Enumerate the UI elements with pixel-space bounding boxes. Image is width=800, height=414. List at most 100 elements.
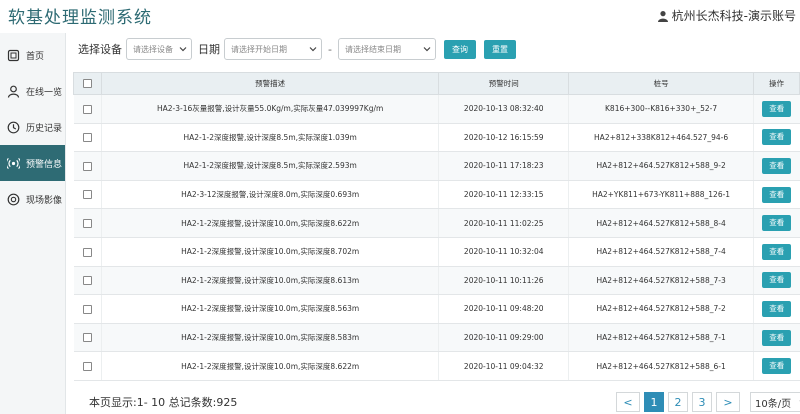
table-row: HA2-1-2深度报警,设计深度10.0m,实际深度8.563m 2020-10-… xyxy=(73,294,800,324)
action-cell: 查看 xyxy=(753,237,800,267)
pile-number: HA2+812+464.527K812+588_7-2 xyxy=(568,294,754,324)
action-cell: 查看 xyxy=(753,323,800,353)
user-menu[interactable]: 杭州长杰科技-演示账号 xyxy=(657,7,796,24)
device-select[interactable]: 请选择设备 xyxy=(126,38,192,60)
end-date-input[interactable]: 请选择结束日期 xyxy=(337,38,436,60)
alert-description: HA2-3-16灰量报警,设计灰量55.0Kg/m,实际灰量47.039997K… xyxy=(100,94,439,124)
table-row: HA2-1-2深度报警,设计深度8.5m,实际深度2.593m 2020-10-1… xyxy=(73,151,800,181)
view-button[interactable]: 查看 xyxy=(762,358,792,375)
row-select-cell[interactable] xyxy=(73,351,102,381)
view-button[interactable]: 查看 xyxy=(762,329,792,346)
start-date-placeholder: 请选择开始日期 xyxy=(231,44,287,54)
alert-time: 2020-10-12 16:15:59 xyxy=(438,123,569,153)
sidebar-item-history[interactable]: 历史记录 xyxy=(0,109,65,145)
table-footer: 本页显示:1- 10 总记条数:925 < 1 2 3 > 10条/页 xyxy=(73,392,800,414)
page-size-value: 10条/页 xyxy=(755,398,792,410)
device-label: 选择设备 xyxy=(78,43,122,56)
prev-page-button[interactable]: < xyxy=(616,392,640,412)
alert-description: HA2-1-2深度报警,设计深度10.0m,实际深度8.622m xyxy=(100,208,439,238)
row-select-cell[interactable] xyxy=(73,180,102,210)
row-checkbox[interactable] xyxy=(82,218,92,228)
pile-number: HA2+YK811+673-YK811+888_126-1 xyxy=(568,180,754,210)
table-row: HA2-3-12深度报警,设计深度8.0m,实际深度0.693m 2020-10-… xyxy=(73,180,800,210)
view-button[interactable]: 查看 xyxy=(762,272,792,289)
row-select-cell[interactable] xyxy=(73,323,102,353)
view-button[interactable]: 查看 xyxy=(762,186,792,203)
device-select-value: 请选择设备 xyxy=(133,44,173,54)
home-icon xyxy=(6,48,20,62)
sidebar-item-alerts[interactable]: 预警信息 xyxy=(0,145,65,181)
pile-number: HA2+812+464.527K812+588_9-2 xyxy=(568,151,754,181)
sidebar-item-online[interactable]: 在线一览 xyxy=(0,73,65,109)
sidebar-item-home[interactable]: 首页 xyxy=(0,37,65,73)
reset-button[interactable]: 重置 xyxy=(483,39,516,59)
select-all-checkbox[interactable] xyxy=(82,79,92,89)
row-select-cell[interactable] xyxy=(73,266,102,296)
alert-time: 2020-10-11 11:02:25 xyxy=(438,208,569,238)
clock-icon xyxy=(6,120,20,134)
row-checkbox[interactable] xyxy=(82,276,92,286)
view-button[interactable]: 查看 xyxy=(762,129,792,146)
row-checkbox[interactable] xyxy=(82,304,92,314)
sidebar-item-label: 预警信息 xyxy=(26,159,63,170)
pile-number: HA2+812+464.527K812+588_7-3 xyxy=(568,266,754,296)
action-cell: 查看 xyxy=(753,294,800,324)
action-cell: 查看 xyxy=(753,123,800,153)
view-button[interactable]: 查看 xyxy=(762,300,792,317)
chevron-down-icon xyxy=(423,47,431,52)
pile-number: HA2+812+338K812+464.527_94-6 xyxy=(568,123,754,153)
row-checkbox[interactable] xyxy=(82,133,92,143)
view-button[interactable]: 查看 xyxy=(762,157,792,174)
pile-number: HA2+812+464.527K812+588_8-4 xyxy=(568,208,754,238)
pile-number: HA2+812+464.527K812+588_7-4 xyxy=(568,237,754,267)
page-button-2[interactable]: 2 xyxy=(668,392,688,412)
alert-description: HA2-1-2深度报警,设计深度10.0m,实际深度8.622m xyxy=(100,351,439,381)
row-select-cell[interactable] xyxy=(73,237,102,267)
row-checkbox[interactable] xyxy=(82,333,92,343)
alert-description: HA2-1-2深度报警,设计深度10.0m,实际深度8.583m xyxy=(100,323,439,353)
row-select-cell[interactable] xyxy=(73,294,102,324)
view-button[interactable]: 查看 xyxy=(762,243,792,260)
table-row: HA2-1-2深度报警,设计深度10.0m,实际深度8.622m 2020-10-… xyxy=(73,208,800,238)
sidebar-item-camera[interactable]: 现场影像 xyxy=(0,181,65,217)
alert-time: 2020-10-11 09:48:20 xyxy=(438,294,569,324)
row-checkbox[interactable] xyxy=(82,247,92,257)
column-header-desc: 预警描述 xyxy=(100,72,440,95)
alert-description: HA2-1-2深度报警,设计深度10.0m,实际深度8.702m xyxy=(100,237,439,267)
page-button-3[interactable]: 3 xyxy=(692,392,712,412)
header: 软基处理监测系统 杭州长杰科技-演示账号 xyxy=(0,0,800,30)
row-checkbox[interactable] xyxy=(82,361,92,371)
action-cell: 查看 xyxy=(753,208,800,238)
row-select-cell[interactable] xyxy=(73,151,102,181)
row-checkbox[interactable] xyxy=(82,104,92,114)
table-row: HA2-1-2深度报警,设计深度8.5m,实际深度1.039m 2020-10-1… xyxy=(73,123,800,153)
date-separator: - xyxy=(328,42,332,56)
alert-description: HA2-3-12深度报警,设计深度8.0m,实际深度0.693m xyxy=(100,180,439,210)
row-select-cell[interactable] xyxy=(73,208,102,238)
sidebar-item-label: 历史记录 xyxy=(26,123,63,134)
filter-bar: 选择设备 请选择设备 日期 请选择开始日期 - 请选择结束日期 查询 重置 xyxy=(78,37,516,61)
sidebar: 首页 在线一览 历史记录 预警信息 现场影像 xyxy=(0,33,66,414)
start-date-input[interactable]: 请选择开始日期 xyxy=(224,38,322,60)
alert-time: 2020-10-11 09:29:00 xyxy=(438,323,569,353)
row-checkbox[interactable] xyxy=(82,161,92,171)
select-all-cell[interactable] xyxy=(73,72,102,95)
next-page-button[interactable]: > xyxy=(716,392,740,412)
page-button-1[interactable]: 1 xyxy=(644,392,664,412)
user-name: 杭州长杰科技-演示账号 xyxy=(671,9,796,23)
row-checkbox[interactable] xyxy=(82,190,92,200)
table-row: HA2-1-2深度报警,设计深度10.0m,实际深度8.622m 2020-10-… xyxy=(73,351,800,381)
page-size-select[interactable]: 10条/页 xyxy=(750,392,800,412)
row-select-cell[interactable] xyxy=(73,94,102,124)
column-header-pile: 桩号 xyxy=(568,72,755,95)
record-summary: 本页显示:1- 10 总记条数:925 xyxy=(89,396,238,409)
row-select-cell[interactable] xyxy=(73,123,102,153)
action-cell: 查看 xyxy=(753,151,800,181)
view-button[interactable]: 查看 xyxy=(762,100,792,117)
chevron-down-icon xyxy=(179,47,187,52)
view-button[interactable]: 查看 xyxy=(762,215,792,232)
action-cell: 查看 xyxy=(753,266,800,296)
action-cell: 查看 xyxy=(753,351,800,381)
alert-icon xyxy=(6,156,20,170)
query-button[interactable]: 查询 xyxy=(443,39,476,59)
